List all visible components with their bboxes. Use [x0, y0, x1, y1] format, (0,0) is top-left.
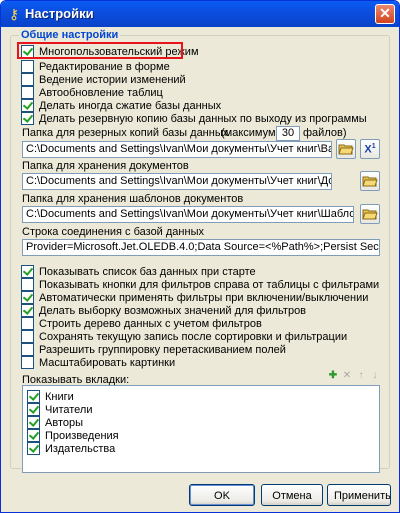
tab-item-label: Читатели — [45, 403, 93, 416]
checkbox-label: Редактирование в форме — [39, 60, 170, 73]
checkbox-box[interactable] — [21, 73, 34, 86]
tab-item-readers[interactable]: Читатели — [27, 403, 93, 416]
checkbox-box[interactable] — [21, 291, 34, 304]
checkbox-filter-values[interactable]: Делать выборку возможных значений для фи… — [21, 304, 306, 317]
checkbox-box[interactable] — [27, 429, 40, 442]
checkbox-label: Показывать кнопки для фильтров справа от… — [39, 278, 380, 291]
checkbox-box[interactable] — [21, 304, 34, 317]
title-bar[interactable]: ⚷ Настройки ✕ — [1, 1, 399, 27]
checkbox-auto-refresh[interactable]: Автообновление таблиц — [21, 86, 163, 99]
checkbox-label: Автоматически применять фильтры при вклю… — [39, 291, 369, 304]
arrow-up-icon[interactable]: ↑ — [355, 370, 367, 382]
checkbox-tree-with-filters[interactable]: Строить дерево данных с учетом фильтров — [21, 317, 262, 330]
cancel-button[interactable]: Отмена — [261, 484, 323, 506]
checkbox-auto-apply-filters[interactable]: Автоматически применять фильтры при вклю… — [21, 291, 368, 304]
folder-open-icon — [362, 176, 378, 187]
checkbox-show-db-list[interactable]: Показывать список баз данных при старте — [21, 265, 256, 278]
checkbox-box[interactable] — [21, 86, 34, 99]
backup-folder-input[interactable]: C:\Documents and Settings\Ivan\Мои докум… — [22, 141, 332, 158]
tab-item-works[interactable]: Произведения — [27, 429, 119, 442]
checkbox-box[interactable] — [27, 390, 40, 403]
checkbox-box[interactable] — [21, 356, 34, 369]
connection-string-label: Строка соединения с базой данных — [22, 226, 204, 238]
checkbox-keep-current-record[interactable]: Сохранять текущую запись после сортировк… — [21, 330, 347, 343]
checkbox-box[interactable] — [21, 278, 34, 291]
checkbox-box[interactable] — [21, 317, 34, 330]
documents-folder-input[interactable]: C:\Documents and Settings\Ivan\Мои докум… — [22, 173, 332, 190]
checkbox-box[interactable] — [21, 343, 34, 356]
window-title: Настройки — [25, 6, 94, 21]
checkbox-box[interactable] — [21, 60, 34, 73]
close-button[interactable]: ✕ — [375, 4, 395, 24]
ok-button[interactable]: OK — [189, 484, 255, 506]
backup-clear-button[interactable]: X1 — [360, 139, 380, 159]
tab-item-label: Авторы — [45, 416, 83, 429]
tab-item-label: Издательства — [45, 442, 116, 455]
backup-max-prefix: (максимум — [221, 127, 276, 139]
checkbox-multiuser-mode[interactable]: Многопользовательский режим — [21, 45, 199, 58]
backup-max-input[interactable]: 30 — [276, 126, 300, 141]
tab-item-publishers[interactable]: Издательства — [27, 442, 115, 455]
folder-open-icon — [362, 209, 378, 220]
tabs-toolbar: ✚ ✕ ↑ ↓ — [327, 370, 381, 382]
checkbox-filter-buttons[interactable]: Показывать кнопки для фильтров справа от… — [21, 278, 379, 291]
x-icon[interactable]: ✕ — [341, 370, 353, 382]
close-icon: ✕ — [379, 5, 391, 21]
tab-item-authors[interactable]: Авторы — [27, 416, 83, 429]
checkbox-label: Делать выборку возможных значений для фи… — [39, 304, 307, 317]
checkbox-box[interactable] — [27, 416, 40, 429]
checkbox-box[interactable] — [21, 45, 34, 58]
checkbox-box[interactable] — [21, 112, 34, 125]
checkbox-label: Сохранять текущую запись после сортировк… — [39, 330, 348, 343]
templates-folder-input[interactable]: C:\Documents and Settings\Ivan\Мои докум… — [22, 206, 354, 223]
clear-x-icon: X1 — [364, 142, 376, 156]
plus-icon[interactable]: ✚ — [327, 370, 339, 382]
backup-browse-button[interactable] — [336, 139, 356, 159]
apply-button[interactable]: Применить — [327, 484, 391, 506]
backup-max-suffix: файлов) — [303, 127, 347, 139]
settings-window: ⚷ Настройки ✕ Общие настройки Многопольз… — [0, 0, 400, 513]
group-legend: Общие настройки — [19, 29, 121, 41]
documents-browse-button[interactable] — [360, 171, 380, 191]
checkbox-backup-on-exit[interactable]: Делать резервную копию базы данных по вы… — [21, 112, 367, 125]
checkbox-label: Показывать список баз данных при старте — [39, 265, 256, 278]
templates-browse-button[interactable] — [360, 204, 380, 224]
checkbox-box[interactable] — [21, 330, 34, 343]
checkbox-label: Делать резервную копию базы данных по вы… — [39, 112, 367, 125]
checkbox-box[interactable] — [21, 265, 34, 278]
general-settings-group: Общие настройки Многопользовательский ре… — [10, 29, 390, 473]
tabs-list[interactable]: Книги Читатели Авторы Произведения Издат… — [22, 385, 380, 473]
backup-folder-label: Папка для резерных копий базы данных — [22, 127, 229, 139]
checkbox-label: Масштабировать картинки — [39, 356, 176, 369]
checkbox-box[interactable] — [21, 99, 34, 112]
checkbox-scale-images[interactable]: Масштабировать картинки — [21, 356, 175, 369]
checkbox-drag-grouping[interactable]: Разрешить группировку перетаскиванием по… — [21, 343, 286, 356]
arrow-down-icon[interactable]: ↓ — [369, 370, 381, 382]
key-icon: ⚷ — [8, 6, 20, 22]
checkbox-label: Автообновление таблиц — [39, 86, 163, 99]
tab-item-label: Книги — [45, 390, 74, 403]
checkbox-label: Разрешить группировку перетаскиванием по… — [39, 343, 286, 356]
checkbox-label: Ведение истории изменений — [39, 73, 186, 86]
documents-folder-label: Папка для хранения документов — [22, 160, 189, 172]
folder-open-icon — [338, 144, 354, 155]
tab-item-books[interactable]: Книги — [27, 390, 74, 403]
checkbox-label: Делать иногда сжатие базы данных — [39, 99, 222, 112]
checkbox-form-editing[interactable]: Редактирование в форме — [21, 60, 170, 73]
tab-item-label: Произведения — [45, 429, 119, 442]
checkbox-box[interactable] — [27, 403, 40, 416]
checkbox-change-history[interactable]: Ведение истории изменений — [21, 73, 186, 86]
checkbox-compact-db[interactable]: Делать иногда сжатие базы данных — [21, 99, 221, 112]
checkbox-label: Многопользовательский режим — [39, 45, 199, 58]
connection-string-input[interactable]: Provider=Microsoft.Jet.OLEDB.4.0;Data So… — [22, 239, 380, 256]
checkbox-label: Строить дерево данных с учетом фильтров — [39, 317, 262, 330]
checkbox-box[interactable] — [27, 442, 40, 455]
templates-folder-label: Папка для хранения шаблонов документов — [22, 193, 244, 205]
